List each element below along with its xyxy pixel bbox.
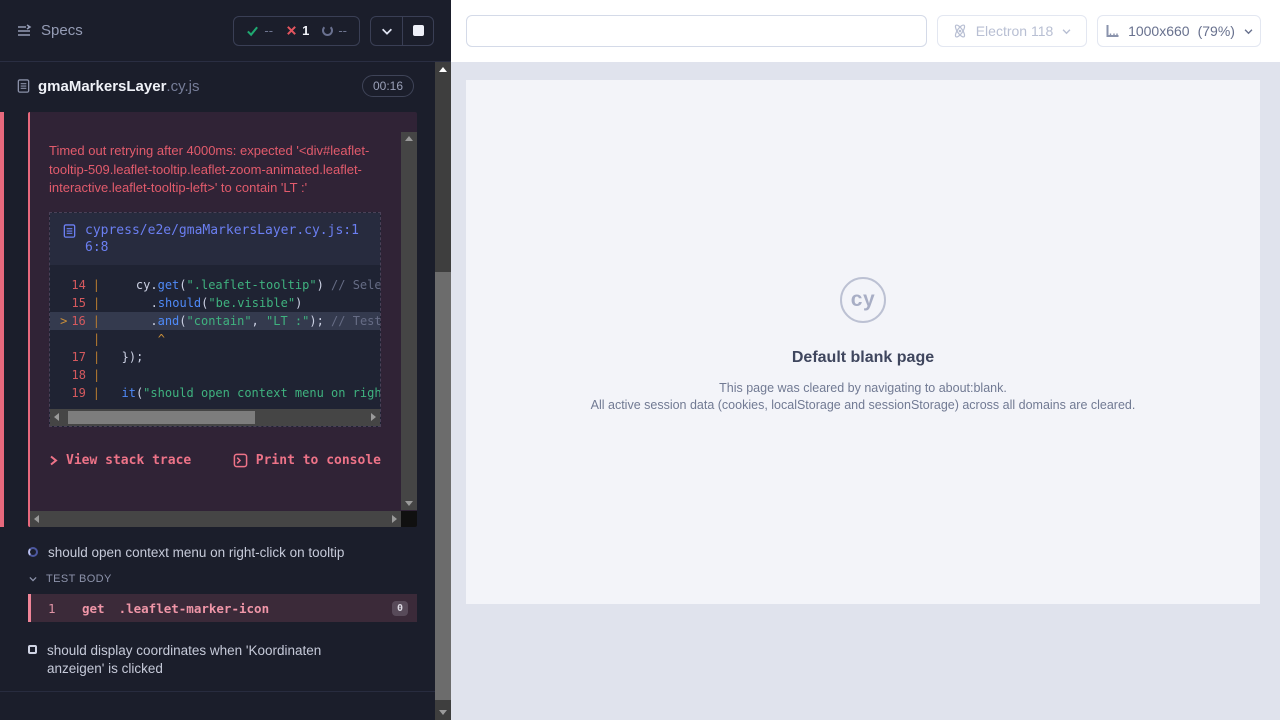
scroll-down-icon [439,710,447,715]
scroll-left-icon [34,515,39,523]
scroll-right-icon [392,515,397,523]
viewport-ruler-icon [1104,23,1120,39]
code-line: 17| }); [50,348,380,366]
test-list: should open context menu on right-click … [0,540,435,692]
stop-button[interactable] [402,17,433,45]
code-line: 19| it("should open context menu on righ [50,384,380,402]
stat-passed: -- [246,23,273,38]
vscroll-thumb[interactable] [435,272,451,700]
aut-toolbar: Electron 118 1000x660 (79%) [451,0,1280,62]
console-icon [233,453,248,468]
test-running-spinner-icon [28,547,38,557]
command-message: .leaflet-marker-icon [119,601,270,616]
reporter-header: Specs -- 1 -- [0,0,451,62]
hscroll-thumb[interactable] [68,411,255,424]
aut-stage: cy Default blank page This page was clea… [451,62,1280,720]
divider [0,691,435,692]
blank-page-line2: All active session data (cookies, localS… [591,397,1136,414]
command-row[interactable]: 1 get .leaflet-marker-icon 0 [28,594,417,622]
code-line: 15| .should("be.visible") [50,294,380,312]
command-method: get [82,601,105,616]
chevron-down-icon [380,24,394,38]
chevron-down-icon [28,574,38,584]
code-line: 18| [50,366,380,384]
spec-file-icon [16,78,31,94]
specs-list-button[interactable]: Specs [16,22,83,39]
code-line: >16| .and("contain", "LT :"); // Test [50,312,380,330]
test-title: should display coordinates when 'Koordin… [47,642,377,678]
code-file-icon [62,223,77,239]
command-count-badge: 0 [392,601,408,616]
url-input[interactable] [466,15,927,47]
browser-label: Electron 118 [976,23,1054,39]
chevron-down-icon [1243,26,1254,37]
test-stats: -- 1 -- [233,16,360,46]
test-item-running[interactable]: should open context menu on right-click … [0,540,435,566]
reporter-panel: Specs -- 1 -- [0,0,451,720]
error-hscrollbar[interactable] [30,511,401,527]
failed-attempt-region: Timed out retrying after 4000ms: expecte… [0,112,451,527]
code-frame-path: cypress/e2e/gmaMarkersLayer.cy.js:16:8 [85,222,368,256]
code-line: | ^ [50,330,380,348]
test-body-toggle[interactable]: TEST BODY [0,566,435,590]
error-box: Timed out retrying after 4000ms: expecte… [28,112,417,527]
spec-header[interactable]: gmaMarkersLayer.cy.js 00:16 [0,62,451,110]
spec-title: gmaMarkersLayer.cy.js [38,78,199,95]
scroll-up-icon [405,136,413,141]
run-controls [370,16,434,46]
stat-pending: -- [322,23,347,38]
code-frame-hscrollbar[interactable] [50,409,380,426]
scroll-right-icon [371,413,376,421]
print-to-console-button[interactable]: Print to console [233,453,381,468]
view-stack-trace-button[interactable]: View stack trace [49,453,191,468]
scroll-up-icon [439,67,447,72]
test-title: should open context menu on right-click … [48,544,344,562]
collapse-all-button[interactable] [371,17,402,45]
browser-selector[interactable]: Electron 118 [937,15,1087,47]
error-vscrollbar[interactable] [401,132,417,510]
cross-icon [286,25,297,36]
aut-iframe: cy Default blank page This page was clea… [466,80,1260,604]
scroll-left-icon [54,413,59,421]
command-number: 1 [48,601,70,616]
running-icon [322,25,333,36]
spec-timer: 00:16 [362,75,414,97]
specs-label: Specs [41,22,83,39]
app-panel: Electron 118 1000x660 (79%) cy Default b… [451,0,1280,720]
electron-icon [952,23,968,39]
scrollbar-corner [401,511,417,527]
reporter-vscrollbar[interactable] [435,62,451,720]
test-body-label: TEST BODY [46,573,112,585]
code-lines: 14| cy.get(".leaflet-tooltip") // Sele15… [50,265,380,409]
check-icon [246,24,259,37]
blank-page-title: Default blank page [591,349,1136,367]
test-item-pending[interactable]: should display coordinates when 'Koordin… [0,638,435,682]
error-message: Timed out retrying after 4000ms: expecte… [49,142,389,198]
viewport-size: 1000x660 [1128,23,1190,39]
viewport-scale: (79%) [1198,23,1235,39]
code-frame-file-link[interactable]: cypress/e2e/gmaMarkersLayer.cy.js:16:8 [50,213,380,265]
stat-failed: 1 [286,23,309,38]
chevron-down-icon [1061,26,1072,37]
cypress-logo: cy [840,277,886,323]
scroll-down-icon [405,501,413,506]
viewport-selector[interactable]: 1000x660 (79%) [1097,15,1261,47]
chevron-right-icon [49,455,58,466]
code-line: 14| cy.get(".leaflet-tooltip") // Sele [50,276,380,294]
stop-icon [413,25,424,36]
code-frame: cypress/e2e/gmaMarkersLayer.cy.js:16:8 1… [49,212,381,427]
specs-list-icon [16,23,32,39]
blank-page-message: cy Default blank page This page was clea… [591,277,1136,414]
test-pending-icon [28,645,37,654]
fail-indicator-stripe [0,112,4,527]
blank-page-line1: This page was cleared by navigating to a… [591,380,1136,397]
